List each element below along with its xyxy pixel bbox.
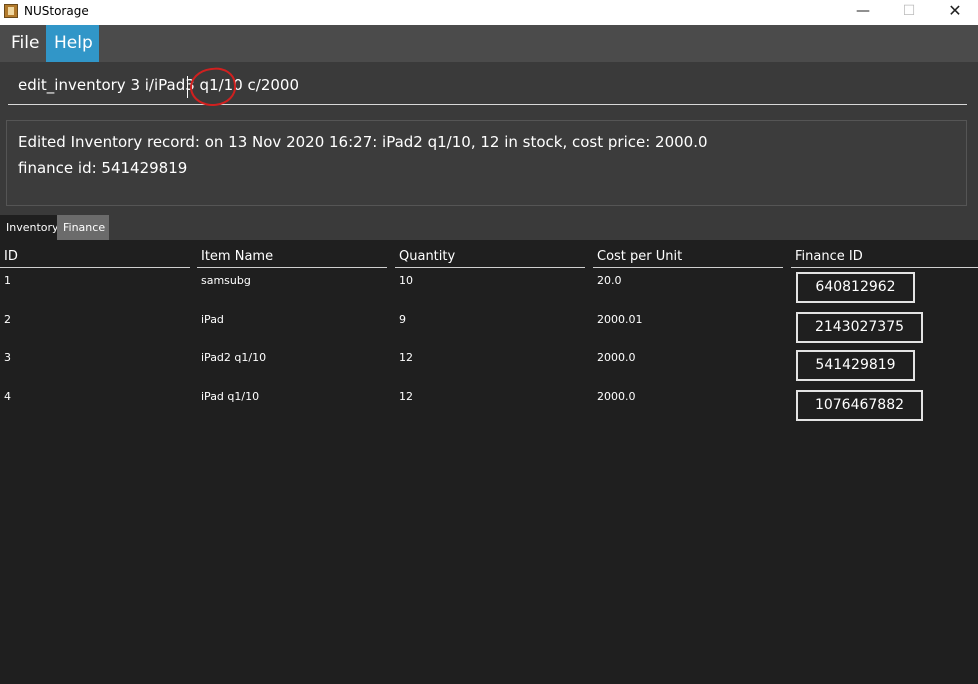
cell-cost: 2000.01 — [597, 313, 643, 326]
cell-cost: 20.0 — [597, 274, 622, 287]
cell-item-name: samsubg — [201, 274, 251, 287]
cell-item-name: iPad q1/10 — [201, 390, 260, 403]
cell-item-name: iPad2 q1/10 — [201, 351, 267, 364]
menu-help[interactable]: Help — [46, 25, 99, 62]
tab-bar: Inventory Finance — [0, 212, 978, 240]
cell-cost: 2000.0 — [597, 351, 636, 364]
tab-inventory[interactable]: Inventory — [0, 215, 59, 240]
cell-quantity: 9 — [399, 313, 406, 326]
cell-quantity: 12 — [399, 390, 413, 403]
cell-quantity: 12 — [399, 351, 413, 364]
column-header-finance-id[interactable]: Finance ID — [791, 248, 978, 268]
result-line-1: Edited Inventory record: on 13 Nov 2020 … — [18, 133, 708, 151]
menu-bar: File Help — [0, 25, 978, 62]
title-bar: NUStorage — ☐ ✕ — [0, 0, 978, 25]
finance-id-badge[interactable]: 541429819 — [796, 350, 915, 381]
finance-id-badge[interactable]: 1076467882 — [796, 390, 923, 421]
cell-id: 3 — [4, 351, 11, 364]
app-icon — [4, 4, 18, 18]
cell-item-name: iPad — [201, 313, 224, 326]
column-header-item-name[interactable]: Item Name — [197, 248, 387, 268]
column-header-quantity[interactable]: Quantity — [395, 248, 585, 268]
menu-file[interactable]: File — [3, 25, 46, 62]
result-line-2: finance id: 541429819 — [18, 159, 188, 177]
cell-id: 1 — [4, 274, 11, 287]
cell-id: 2 — [4, 313, 11, 326]
result-display: Edited Inventory record: on 13 Nov 2020 … — [6, 120, 967, 206]
command-input[interactable] — [8, 65, 967, 105]
finance-id-badge[interactable]: 2143027375 — [796, 312, 923, 343]
minimize-button[interactable]: — — [840, 0, 886, 25]
cell-cost: 2000.0 — [597, 390, 636, 403]
cell-quantity: 10 — [399, 274, 413, 287]
tab-finance[interactable]: Finance — [57, 215, 109, 240]
cell-id: 4 — [4, 390, 11, 403]
command-box-panel — [0, 62, 978, 114]
close-button[interactable]: ✕ — [932, 0, 978, 25]
maximize-button[interactable]: ☐ — [886, 0, 932, 25]
column-header-id[interactable]: ID — [0, 248, 190, 268]
column-header-cost-per-unit[interactable]: Cost per Unit — [593, 248, 783, 268]
text-caret — [187, 76, 188, 98]
result-panel: Edited Inventory record: on 13 Nov 2020 … — [0, 114, 978, 212]
finance-id-badge[interactable]: 640812962 — [796, 272, 915, 303]
inventory-table: ID Item Name Quantity Cost per Unit Fina… — [0, 240, 978, 684]
window-title: NUStorage — [24, 4, 89, 18]
